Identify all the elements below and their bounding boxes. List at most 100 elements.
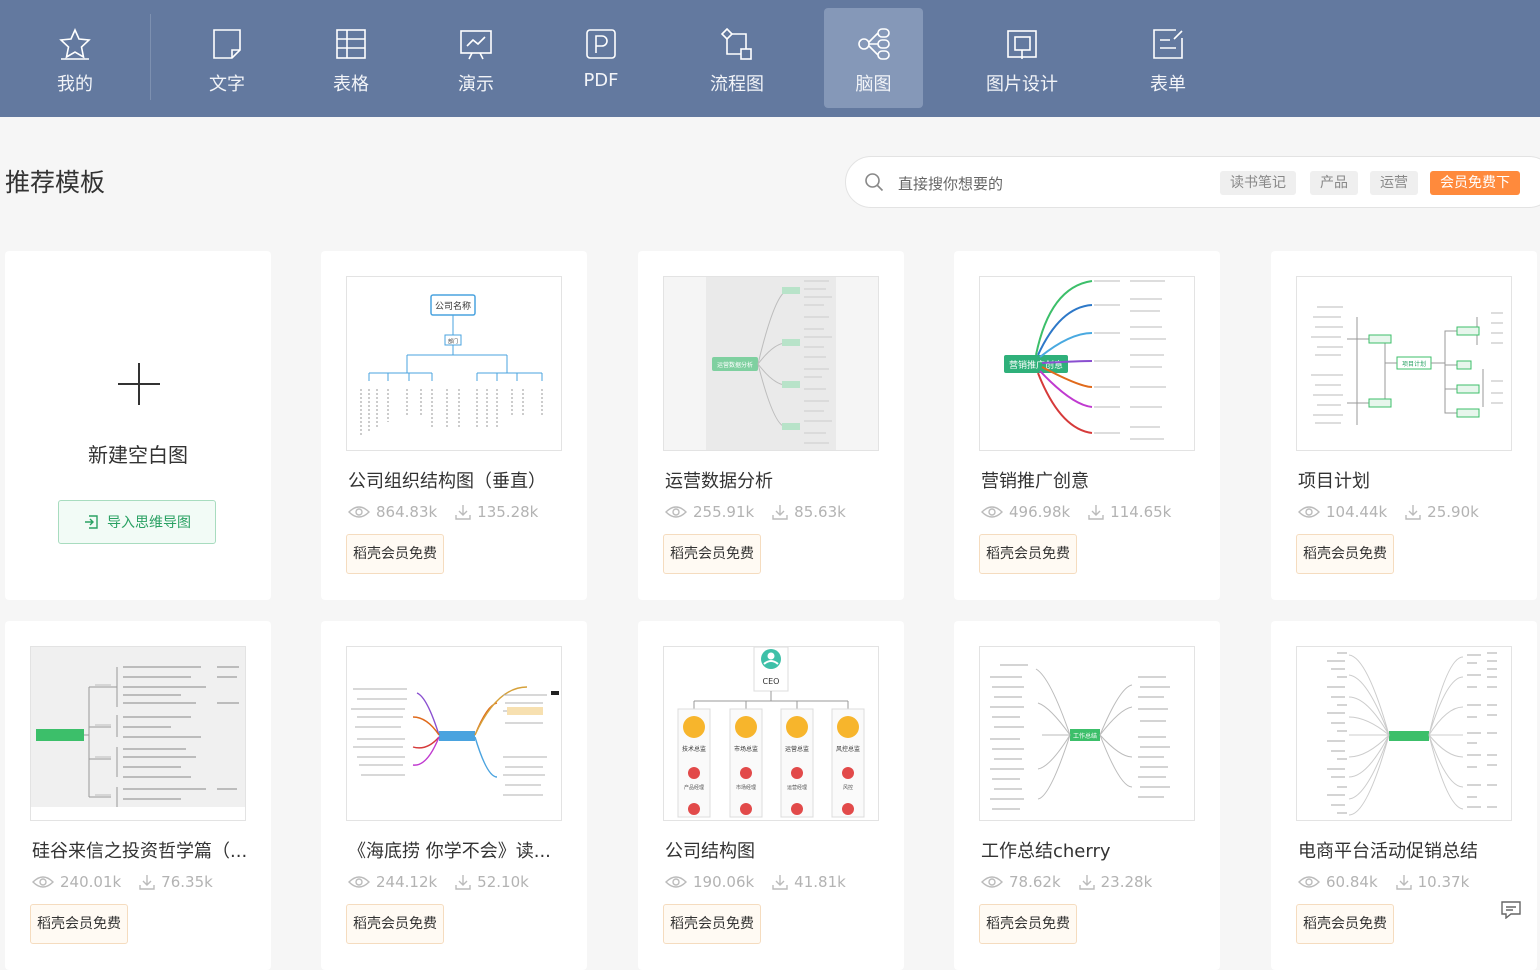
nav-label: 演示 (458, 74, 494, 95)
member-free-badge[interactable]: 稻壳会员免费 (663, 534, 761, 574)
search-bar: 读书笔记 产品 运营 会员免费下 (845, 156, 1540, 208)
chat-icon (1501, 901, 1521, 919)
document-icon (213, 29, 241, 59)
template-card[interactable]: 公司名称 部门 公司组织结构图（垂直） 864.83k 135.28k 稻壳会员… (321, 251, 587, 600)
search-tag-operations[interactable]: 运营 (1370, 171, 1418, 195)
search-icon (865, 173, 884, 192)
nav-item-form[interactable]: 表单 (1123, 8, 1213, 108)
thumb-sub: 部门 (448, 338, 458, 345)
search-tag-reading-notes[interactable]: 读书笔记 (1220, 171, 1296, 195)
member-free-badge[interactable]: 稻壳会员免费 (1296, 904, 1394, 944)
member-free-badge[interactable]: 稻壳会员免费 (346, 904, 444, 944)
template-card[interactable]: 《海底捞 你学不会》读... 244.12k 52.10k 稻壳会员免费 (321, 621, 587, 970)
search-tag-member-free[interactable]: 会员免费下 (1430, 171, 1520, 195)
new-blank-label: 新建空白图 (88, 443, 188, 467)
page-title: 推荐模板 (5, 168, 106, 197)
nav-label: 表单 (1150, 74, 1186, 95)
eye-icon (981, 876, 1003, 888)
template-title: 《海底捞 你学不会》读... (348, 841, 551, 862)
nav-label: 文字 (209, 74, 245, 95)
top-nav-bar: 我的 文字 表格 演示 PDF 流程图 脑图 图片设计 表单 (0, 0, 1540, 117)
template-stats: 255.91k 85.63k (665, 503, 846, 521)
pdf-icon (586, 29, 616, 59)
eye-icon (1298, 506, 1320, 518)
download-icon (139, 875, 155, 890)
template-thumbnail (1296, 646, 1512, 821)
view-count: 78.62k (1009, 873, 1061, 891)
template-title: 营销推广创意 (981, 471, 1089, 492)
member-free-badge[interactable]: 稻壳会员免费 (663, 904, 761, 944)
template-title: 公司结构图 (665, 841, 755, 862)
thumb-root: 运营数据分析 (717, 361, 753, 369)
nav-item-flowchart[interactable]: 流程图 (692, 8, 782, 108)
nav-label: 我的 (57, 74, 93, 95)
view-count: 496.98k (1009, 503, 1071, 521)
download-count: 76.35k (161, 873, 213, 891)
nav-item-pdf[interactable]: PDF (556, 8, 646, 108)
view-count: 240.01k (60, 873, 122, 891)
nav-item-text[interactable]: 文字 (182, 8, 272, 108)
member-free-badge[interactable]: 稻壳会员免费 (1296, 534, 1394, 574)
import-mindmap-button[interactable]: 导入思维导图 (58, 500, 216, 544)
template-card[interactable]: 项目计划 项目计划 104.44k 25.90k 稻壳会员免费 (1271, 251, 1537, 600)
template-card[interactable]: 运营数据分析 运营数据分析 255.91k 85.63k 稻壳会员免费 (638, 251, 904, 600)
thumb-manager: 风控 (843, 784, 853, 791)
flowchart-icon (720, 27, 752, 60)
image-design-icon (1007, 30, 1037, 59)
download-count: 41.81k (794, 873, 846, 891)
thumb-manager: 产品经理 (684, 784, 704, 791)
thumb-head: 技术总监 (682, 745, 706, 753)
nav-item-mindmap[interactable]: 脑图 (824, 8, 923, 108)
import-label: 导入思维导图 (107, 515, 191, 531)
template-card[interactable]: 工作总结 工作总结cherry 78.62k 23.28k 稻壳会员免费 (954, 621, 1220, 970)
feedback-button[interactable] (1488, 887, 1534, 933)
thumb-head: 运营总监 (785, 745, 809, 753)
nav-item-image-design[interactable]: 图片设计 (972, 8, 1072, 108)
table-icon (336, 29, 366, 59)
template-stats: 78.62k 23.28k (981, 873, 1152, 891)
nav-label: 流程图 (710, 74, 764, 95)
nav-item-presentation[interactable]: 演示 (431, 8, 521, 108)
search-tag-product[interactable]: 产品 (1310, 171, 1358, 195)
nav-item-sheet[interactable]: 表格 (306, 8, 396, 108)
member-free-badge[interactable]: 稻壳会员免费 (979, 904, 1077, 944)
template-card[interactable]: 硅谷来信之投资哲学篇（... 240.01k 76.35k 稻壳会员免费 (5, 621, 271, 970)
template-stats: 864.83k 135.28k (348, 503, 538, 521)
thumb-root: 营销推广创意 (1009, 359, 1063, 371)
download-count: 25.90k (1427, 503, 1479, 521)
view-count: 60.84k (1326, 873, 1378, 891)
template-stats: 190.06k 41.81k (665, 873, 846, 891)
thumb-root: CEO (763, 677, 780, 686)
download-icon (455, 505, 471, 520)
member-free-badge[interactable]: 稻壳会员免费 (30, 904, 128, 944)
template-title: 公司组织结构图（垂直） (348, 471, 546, 492)
download-icon (772, 875, 788, 890)
download-icon (1088, 505, 1104, 520)
template-card[interactable]: 营销推广创意 营销推广创意 496.98k 114.65k 稻壳会员免费 (954, 251, 1220, 600)
download-count: 10.37k (1417, 873, 1470, 891)
star-icon (59, 28, 91, 60)
nav-item-mine[interactable]: 我的 (30, 8, 120, 108)
search-input[interactable] (896, 167, 1210, 201)
presentation-icon (460, 30, 492, 60)
nav-label: 脑图 (855, 74, 892, 95)
template-card[interactable]: CEO 技术总监 市场总监 运营总监 风控总监 产品经理 市场经理 运营经理 风… (638, 621, 904, 970)
download-icon (455, 875, 471, 890)
view-count: 104.44k (1326, 503, 1388, 521)
thumb-head: 风控总监 (836, 745, 860, 753)
template-title: 硅谷来信之投资哲学篇（... (32, 841, 247, 862)
template-thumbnail: 工作总结 (979, 646, 1195, 821)
download-count: 23.28k (1100, 873, 1153, 891)
template-title: 工作总结cherry (981, 841, 1111, 862)
eye-icon (348, 876, 370, 888)
member-free-badge[interactable]: 稻壳会员免费 (979, 534, 1077, 574)
new-blank-card[interactable]: 新建空白图 导入思维导图 (5, 251, 271, 600)
thumb-manager: 运营经理 (787, 784, 807, 791)
view-count: 244.12k (376, 873, 438, 891)
eye-icon (348, 506, 370, 518)
member-free-badge[interactable]: 稻壳会员免费 (346, 534, 444, 574)
download-icon (772, 505, 788, 520)
template-stats: 104.44k 25.90k (1298, 503, 1479, 521)
template-title: 电商平台活动促销总结 (1298, 841, 1478, 862)
download-count: 85.63k (794, 503, 846, 521)
